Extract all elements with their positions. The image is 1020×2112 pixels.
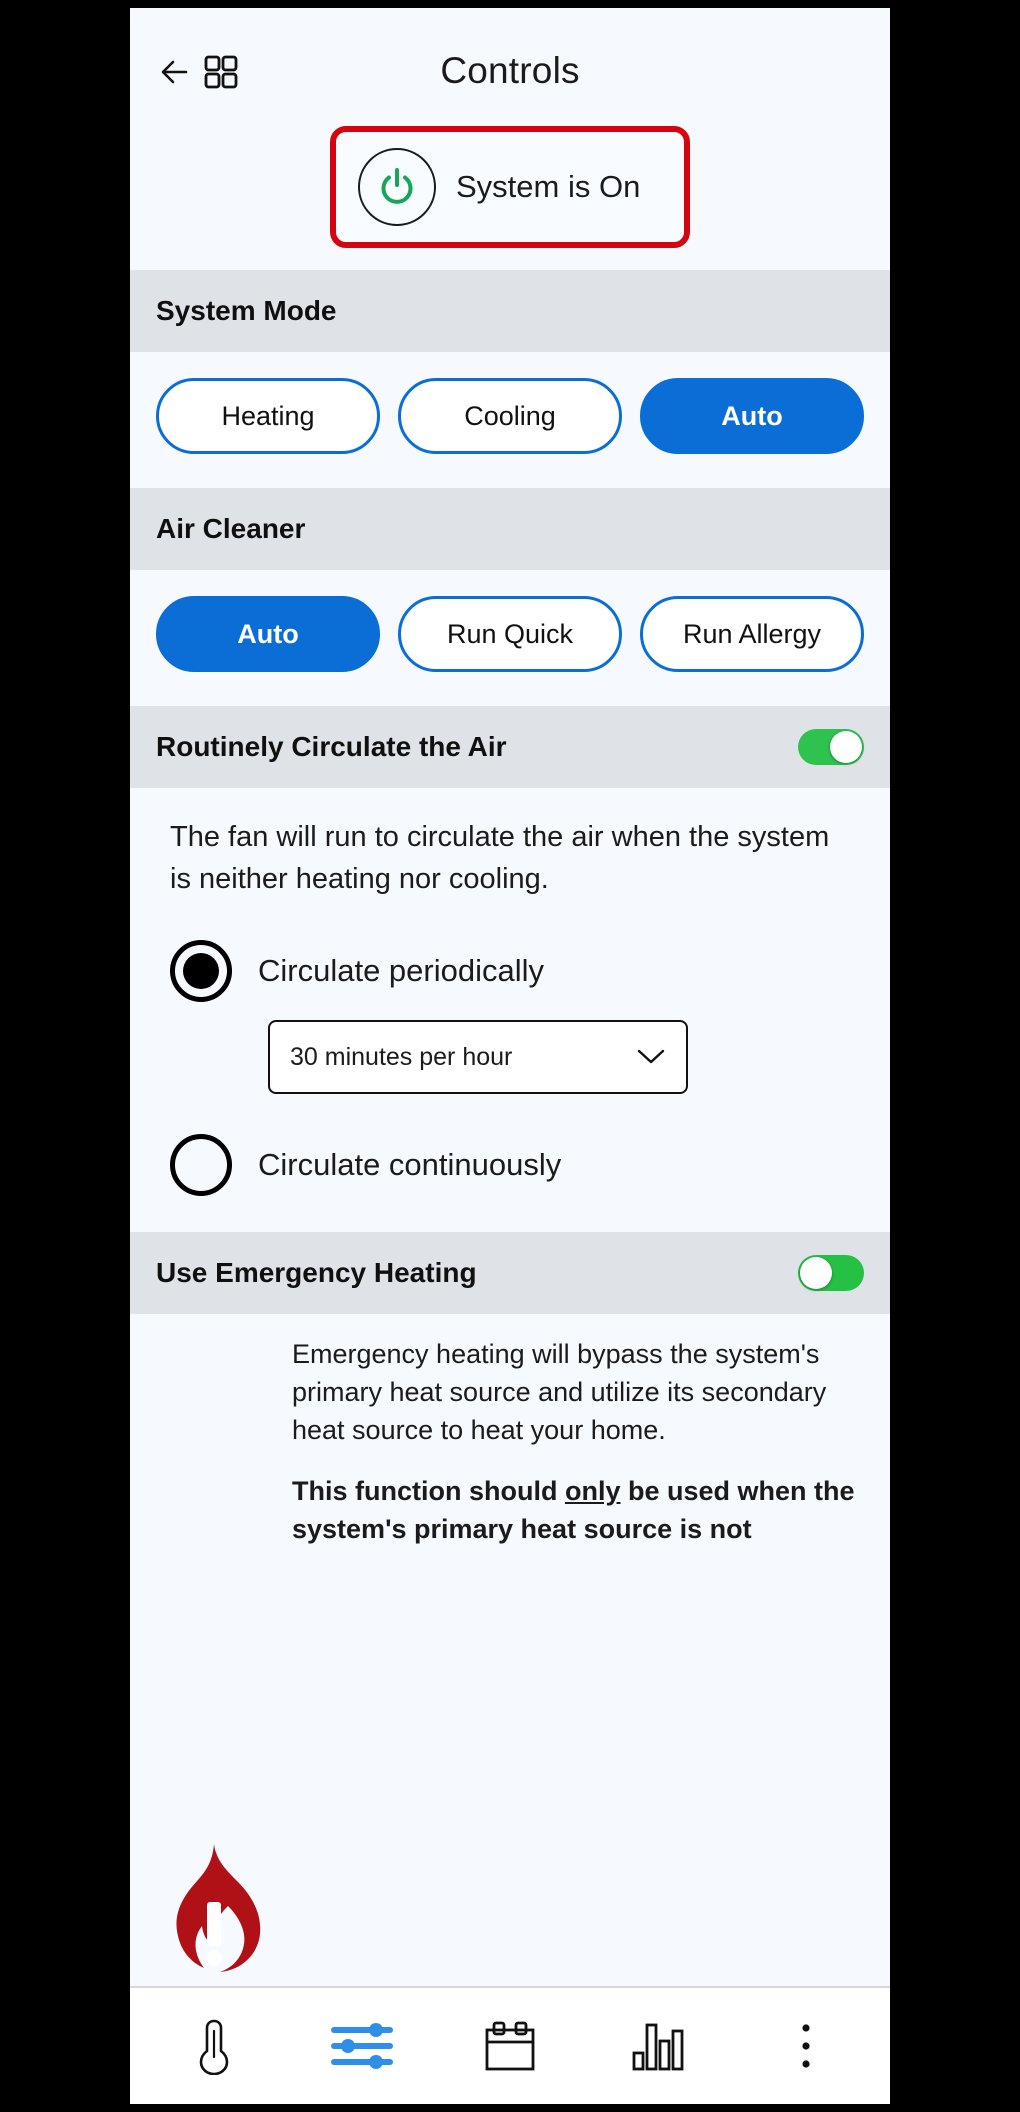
header-bar: Controls (130, 8, 890, 126)
emergency-p2-underline: only (565, 1476, 621, 1506)
circulate-interval-select[interactable]: 30 minutes per hour (268, 1020, 688, 1094)
mode-option-cooling[interactable]: Cooling (398, 378, 622, 454)
flame-warning-icon (154, 1840, 266, 1980)
calendar-icon (482, 2019, 538, 2073)
section-title: Routinely Circulate the Air (156, 731, 507, 763)
radio-label: Circulate continuously (258, 1147, 561, 1183)
radio-button-selected (170, 940, 232, 1002)
toggle-knob (800, 1257, 832, 1289)
section-title: Air Cleaner (156, 513, 305, 545)
mode-option-heating[interactable]: Heating (156, 378, 380, 454)
nav-item-thermostat[interactable] (159, 2004, 269, 2088)
sliders-controls-icon (330, 2020, 394, 2072)
chevron-down-icon (636, 1048, 666, 1066)
air-cleaner-options: Auto Run Quick Run Allergy (130, 570, 890, 706)
power-icon-ring (358, 148, 436, 226)
more-vertical-icon (798, 2020, 814, 2072)
nav-item-schedule[interactable] (455, 2004, 565, 2088)
air-cleaner-option-run-allergy[interactable]: Run Allergy (640, 596, 864, 672)
toggle-knob (830, 731, 862, 763)
emergency-heating-toggle[interactable] (798, 1255, 864, 1291)
section-title: Use Emergency Heating (156, 1257, 477, 1289)
flame-warning-icon-wrapper (154, 1336, 274, 1986)
section-header-system-mode: System Mode (130, 270, 890, 352)
power-card-wrapper: System is On (130, 126, 890, 270)
radio-button-unselected (170, 1134, 232, 1196)
air-cleaner-option-auto[interactable]: Auto (156, 596, 380, 672)
emergency-paragraph-2: This function should only be used when t… (292, 1473, 866, 1549)
radio-dot (183, 953, 219, 989)
section-header-circulate-air: Routinely Circulate the Air (130, 706, 890, 788)
nav-item-usage[interactable] (603, 2004, 713, 2088)
power-icon (374, 164, 420, 210)
circulate-air-toggle[interactable] (798, 729, 864, 765)
section-header-emergency-heating: Use Emergency Heating (130, 1232, 890, 1314)
emergency-p2-pre: This function should (292, 1476, 565, 1506)
radio-circulate-periodically[interactable]: Circulate periodically (170, 940, 850, 1002)
emergency-heating-text: Emergency heating will bypass the system… (292, 1336, 866, 1986)
thermometer-icon (194, 2017, 234, 2075)
emergency-paragraph-1: Emergency heating will bypass the system… (292, 1336, 866, 1449)
system-power-button[interactable]: System is On (330, 126, 690, 248)
section-header-air-cleaner: Air Cleaner (130, 488, 890, 570)
emergency-heating-body: Emergency heating will bypass the system… (130, 1314, 890, 1986)
circulate-description: The fan will run to circulate the air wh… (170, 816, 850, 900)
section-title: System Mode (156, 295, 337, 327)
app-screen: Controls System is On System Mode Heatin… (130, 8, 890, 2104)
bar-chart-icon (630, 2019, 686, 2073)
system-mode-options: Heating Cooling Auto (130, 352, 890, 488)
page-title: Controls (130, 50, 890, 92)
nav-item-controls[interactable] (307, 2004, 417, 2088)
radio-label: Circulate periodically (258, 953, 544, 989)
power-status-label: System is On (456, 169, 640, 205)
phone-frame: Controls System is On System Mode Heatin… (0, 0, 1020, 2112)
nav-item-more[interactable] (751, 2004, 861, 2088)
radio-circulate-continuously[interactable]: Circulate continuously (170, 1134, 850, 1196)
circulate-air-body: The fan will run to circulate the air wh… (130, 788, 890, 1232)
air-cleaner-option-run-quick[interactable]: Run Quick (398, 596, 622, 672)
bottom-navigation-bar (130, 1986, 890, 2104)
mode-option-auto[interactable]: Auto (640, 378, 864, 454)
select-value: 30 minutes per hour (290, 1043, 512, 1072)
